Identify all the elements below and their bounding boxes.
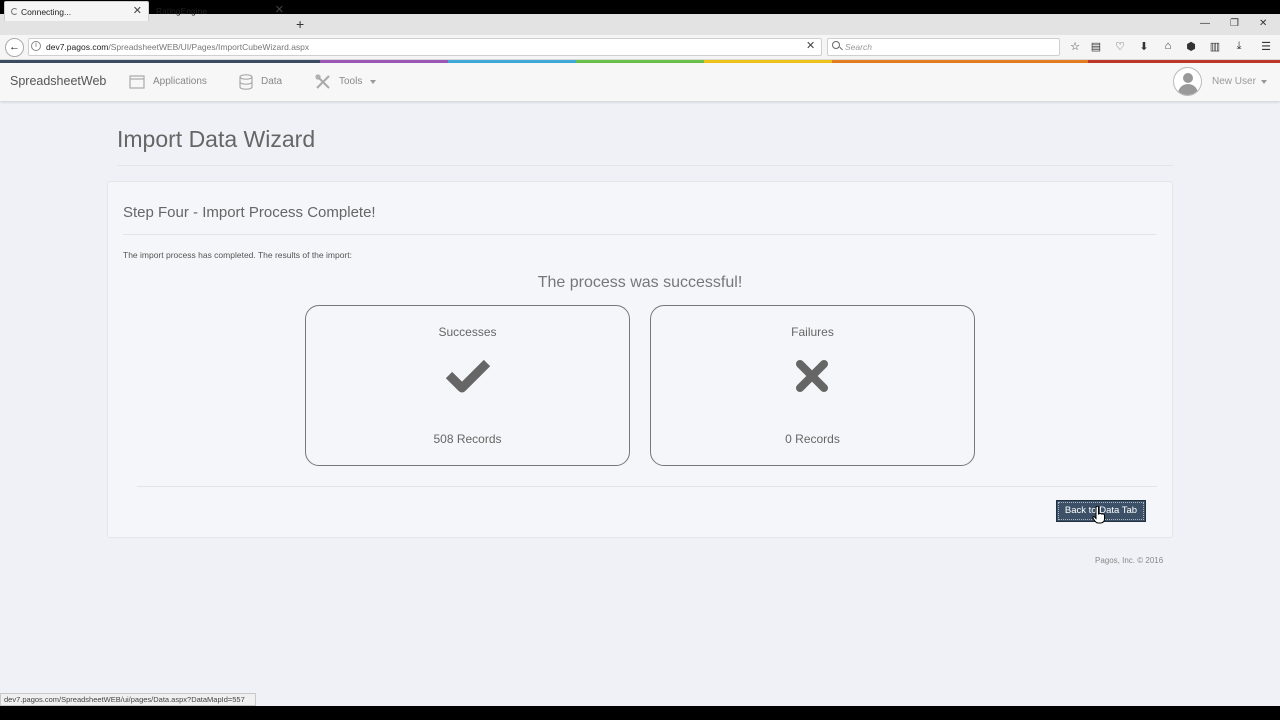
avatar-body: [1178, 84, 1198, 95]
restore-icon[interactable]: ❐: [1230, 14, 1239, 35]
new-tab-icon[interactable]: +: [296, 14, 304, 35]
divider: [123, 234, 1156, 235]
copyright: Pagos, Inc. © 2016: [1095, 556, 1164, 565]
back-arrow-icon[interactable]: ←: [5, 38, 24, 57]
tab-close-icon[interactable]: ✕: [275, 3, 284, 16]
hand-cursor-icon: [1092, 506, 1105, 524]
checkmark-icon: [446, 359, 490, 393]
info-icon[interactable]: i: [31, 41, 41, 51]
bottom-black-bar: [0, 706, 1280, 720]
extension-icon[interactable]: ⬢: [1184, 40, 1198, 53]
page-title: Import Data Wizard: [117, 126, 316, 152]
close-window-icon[interactable]: ✕: [1259, 14, 1267, 35]
url-host: dev7.pagos.com: [46, 42, 109, 52]
downloads-icon[interactable]: ⤓: [1232, 40, 1246, 53]
x-mark-icon: [796, 360, 828, 392]
chevron-down-icon: [370, 80, 376, 84]
step-title: Step Four - Import Process Complete!: [123, 204, 376, 221]
tools-icon: [315, 74, 330, 89]
home-icon[interactable]: ⌂: [1161, 40, 1175, 52]
tab-close-icon[interactable]: ✕: [133, 4, 142, 17]
brand-logo[interactable]: SpreadsheetWeb: [10, 74, 106, 88]
divider: [117, 165, 1173, 166]
stop-loading-icon[interactable]: ✕: [806, 39, 815, 52]
failure-count: 0 Records: [785, 432, 840, 446]
loading-spinner-icon: [11, 8, 18, 15]
success-message: The process was successful!: [537, 274, 743, 291]
reading-list-icon[interactable]: ▤: [1089, 40, 1103, 53]
tab-ratingengine[interactable]: RatingEngine ✕: [150, 1, 290, 21]
window-icon: [129, 75, 145, 89]
status-bar-url: dev7.pagos.com/SpreadsheetWEB/ui/pages/D…: [0, 693, 256, 706]
card-title: Successes: [438, 325, 497, 339]
tab-label: Connecting...: [21, 6, 72, 17]
tab-label: RatingEngine: [156, 6, 208, 16]
url-path: /SpreadsheetWEB/UI/Pages/ImportCubeWizar…: [108, 42, 310, 52]
description-text: The import process has completed. The re…: [123, 250, 352, 260]
success-count: 508 Records: [433, 432, 502, 446]
database-icon: [239, 74, 253, 90]
download-arrow-icon[interactable]: ⬇: [1137, 40, 1151, 53]
avatar[interactable]: [1173, 67, 1202, 96]
nav-tools[interactable]: Tools: [339, 76, 362, 87]
nav-applications[interactable]: Applications: [153, 76, 207, 87]
pocket-icon[interactable]: ♡: [1113, 40, 1127, 53]
card-title: Failures: [791, 325, 834, 339]
bookmark-star-icon[interactable]: ☆: [1068, 40, 1082, 53]
user-menu[interactable]: New User: [1212, 76, 1256, 87]
url-text: dev7.pagos.com/SpreadsheetWEB/UI/Pages/I…: [46, 42, 309, 52]
search-icon: [832, 41, 840, 49]
avatar-head: [1183, 73, 1193, 83]
nav-data[interactable]: Data: [261, 76, 282, 87]
search-placeholder: Search: [845, 42, 872, 52]
chevron-down-icon: [1261, 80, 1267, 84]
tab-connecting[interactable]: Connecting... ✕: [4, 1, 149, 21]
divider: [137, 486, 1157, 487]
hamburger-menu-icon[interactable]: ☰: [1259, 40, 1273, 53]
minimize-icon[interactable]: —: [1200, 14, 1210, 35]
library-icon[interactable]: ▥: [1208, 40, 1222, 53]
